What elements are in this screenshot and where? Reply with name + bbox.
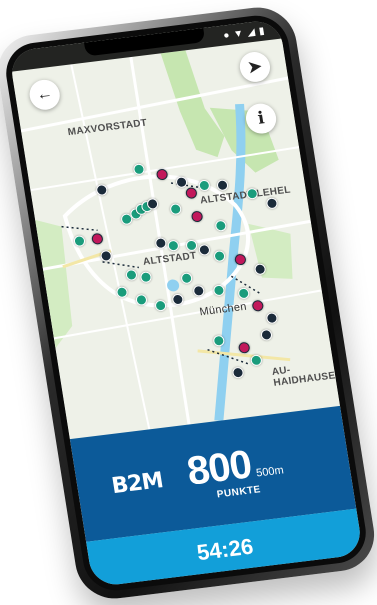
app-screen: ● ▼ ◢ ▮ MAXVORSTADT ALTSTADT-LEHEL ALTST… <box>8 18 364 588</box>
arrow-left-icon: ← <box>35 84 54 104</box>
wifi-icon: ▼ <box>232 27 245 40</box>
location-icon: ● <box>222 29 231 42</box>
timer-value: 54:26 <box>195 533 255 566</box>
distance-value: 500m <box>255 464 285 480</box>
phone-device: ● ▼ ◢ ▮ MAXVORSTADT ALTSTADT-LEHEL ALTST… <box>0 3 377 603</box>
score-box: 800 500m PUNKTE <box>184 439 287 504</box>
battery-icon: ▮ <box>258 25 266 37</box>
navigation-arrow-icon: ➤ <box>247 58 263 77</box>
info-icon: i <box>256 108 266 129</box>
stage: ● ▼ ◢ ▮ MAXVORSTADT ALTSTADT-LEHEL ALTST… <box>0 0 377 605</box>
app-logo: B2M <box>109 467 165 499</box>
signal-icon: ◢ <box>246 26 256 39</box>
